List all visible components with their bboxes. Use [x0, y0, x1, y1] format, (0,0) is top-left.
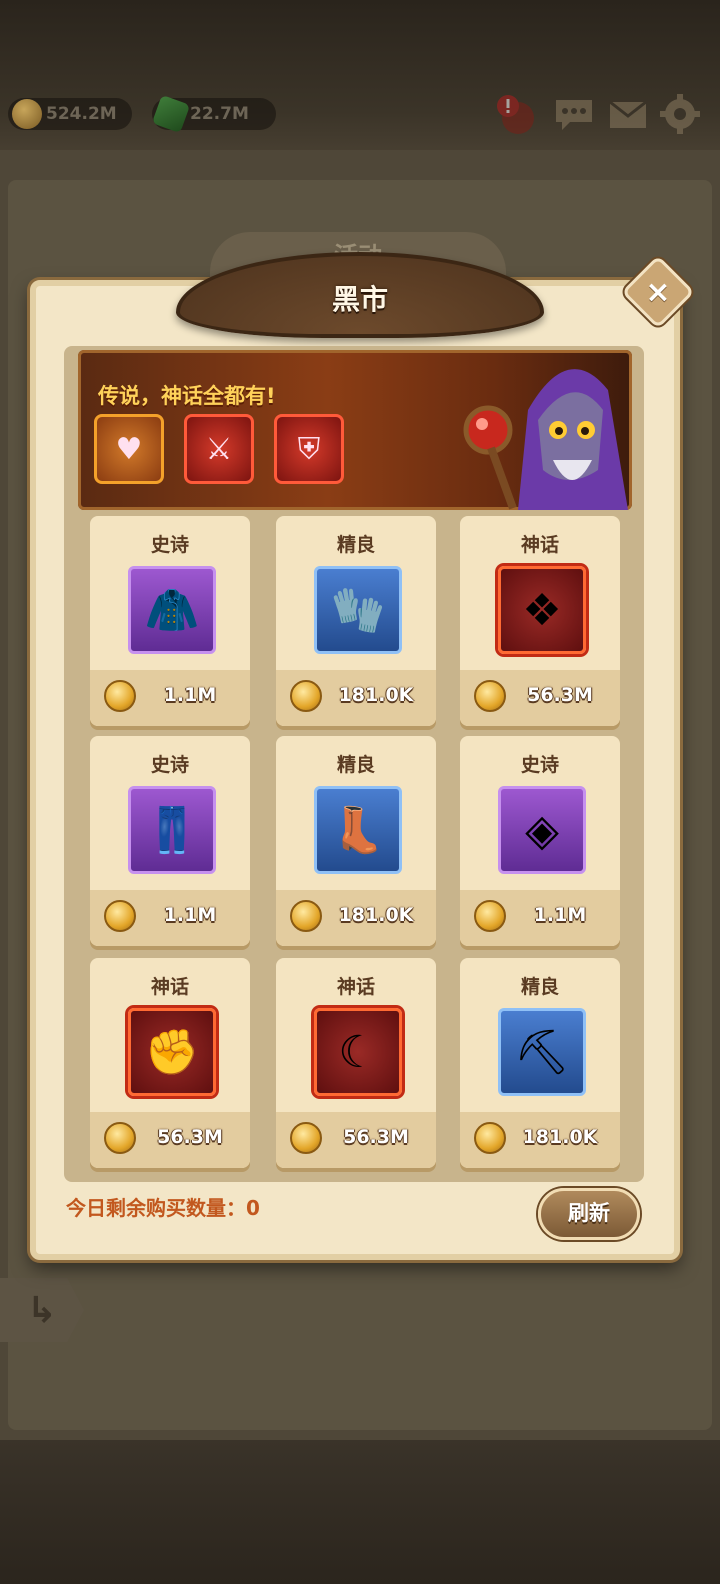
shop-item-card[interactable]: 史诗 🧥 1.1M: [90, 516, 250, 726]
back-button[interactable]: ↳: [0, 1278, 84, 1342]
shop-item-card[interactable]: 神话 ✊ 56.3M: [90, 958, 250, 1168]
bottom-strip: [0, 1440, 720, 1584]
gold-coin-icon: [474, 680, 506, 712]
leggings-icon: 👖: [128, 786, 216, 874]
close-icon: ×: [645, 274, 671, 310]
price-bar: 181.0K: [276, 670, 436, 726]
item-price: 181.0K: [338, 684, 414, 706]
price-bar: 181.0K: [276, 890, 436, 946]
gold-coin-icon: [474, 900, 506, 932]
gold-coin-icon: [104, 900, 136, 932]
shop-item-card[interactable]: 史诗 ◈ 1.1M: [460, 736, 620, 946]
promo-banner[interactable]: 传说，神话全都有! ♥ ⚔ ⛨: [78, 350, 632, 510]
item-rarity-label: 史诗: [150, 534, 189, 556]
gold-counter[interactable]: 524.2M: [8, 98, 132, 130]
price-bar: 56.3M: [276, 1112, 436, 1168]
price-bar: 56.3M: [90, 1112, 250, 1168]
item-rarity-label: 神话: [520, 534, 559, 556]
price-bar: 1.1M: [90, 890, 250, 946]
item-price: 56.3M: [527, 684, 593, 706]
shop-item-card[interactable]: 精良 ⛏ 181.0K: [460, 958, 620, 1168]
item-rarity-label: 史诗: [150, 754, 189, 776]
item-price: 1.1M: [163, 904, 217, 926]
refresh-button[interactable]: 刷新: [538, 1188, 640, 1240]
gold-coin-icon: [474, 1122, 506, 1154]
item-price: 1.1M: [533, 904, 587, 926]
banner-slogan: 传说，神话全都有!: [98, 384, 276, 408]
item-price: 56.3M: [343, 1126, 409, 1148]
merchant-wizard-icon: [463, 369, 628, 510]
banner-armor-icon: ⛨: [274, 414, 344, 484]
necklace-icon: ◈: [498, 786, 586, 874]
shop-item-card[interactable]: 史诗 👖 1.1M: [90, 736, 250, 946]
shop-item-card[interactable]: 精良 👢 181.0K: [276, 736, 436, 946]
top-status-bar: [0, 0, 720, 160]
remaining-purchases-text: 今日剩余购买数量：0: [66, 1196, 260, 1220]
item-rarity-label: 神话: [150, 976, 189, 998]
blade-icon: ☾: [314, 1008, 402, 1096]
gem-counter[interactable]: 22.7M: [151, 94, 276, 134]
boots-icon: 👢: [314, 786, 402, 874]
chat-icon[interactable]: [552, 92, 596, 136]
shop-item-card[interactable]: 神话 ☾ 56.3M: [276, 958, 436, 1168]
cloak-icon: 🧥: [128, 566, 216, 654]
gold-coin-icon: [104, 680, 136, 712]
price-bar: 1.1M: [90, 670, 250, 726]
item-rarity-label: 史诗: [520, 754, 559, 776]
gloves-icon: 🧤: [314, 566, 402, 654]
price-bar: 1.1M: [460, 890, 620, 946]
gold-coin-icon: [290, 900, 322, 932]
item-price: 181.0K: [522, 1126, 598, 1148]
item-price: 181.0K: [338, 904, 414, 926]
item-price: 1.1M: [163, 684, 217, 706]
item-rarity-label: 精良: [336, 534, 375, 556]
gear-icon[interactable]: [658, 92, 702, 136]
gold-coin-icon: [290, 680, 322, 712]
gold-coin-icon: [290, 1122, 322, 1154]
price-bar: 56.3M: [460, 670, 620, 726]
item-rarity-label: 精良: [520, 976, 559, 998]
mail-icon[interactable]: [606, 92, 650, 136]
alert-icon[interactable]: [494, 92, 538, 136]
shop-item-card[interactable]: 神话 ❖ 56.3M: [460, 516, 620, 726]
banner-staff-icon: ♥: [94, 414, 164, 484]
amulet-icon: ❖: [498, 566, 586, 654]
gold-coin-icon: [104, 1122, 136, 1154]
gold-amount: 524.2M: [46, 104, 117, 124]
shop-item-card[interactable]: 精良 🧤 181.0K: [276, 516, 436, 726]
gold-coin-icon: [12, 99, 42, 129]
panel-title: 黑市: [331, 283, 388, 316]
banner-sword-icon: ⚔: [184, 414, 254, 484]
item-rarity-label: 神话: [336, 976, 375, 998]
return-arrow-icon: ↳: [26, 1289, 58, 1331]
price-bar: 181.0K: [460, 1112, 620, 1168]
item-rarity-label: 精良: [336, 754, 375, 776]
item-price: 56.3M: [157, 1126, 223, 1148]
gauntlet-icon: ✊: [128, 1008, 216, 1096]
gem-amount: 22.7M: [190, 104, 249, 124]
pickaxe-icon: ⛏: [498, 1008, 586, 1096]
